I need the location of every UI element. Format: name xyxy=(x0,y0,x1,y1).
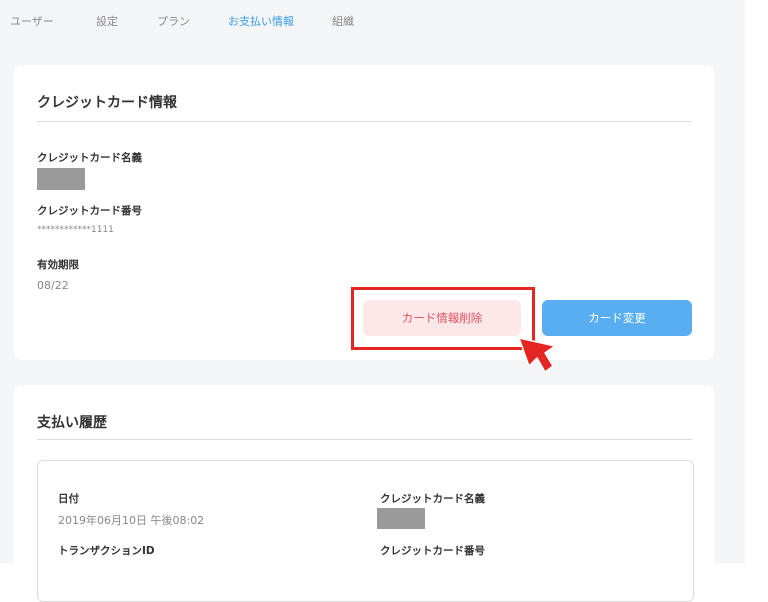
tab-bar: ユーザー 設定 プラン お支払い情報 組織 xyxy=(0,0,745,40)
history-card-name-redacted xyxy=(377,508,425,529)
app-background: ユーザー 設定 プラン お支払い情報 組織 クレジットカード情報 クレジットカー… xyxy=(0,0,745,602)
tab-organization[interactable]: 組織 xyxy=(332,13,354,29)
tab-payment-info[interactable]: お支払い情報 xyxy=(228,13,294,29)
expiry-value: 08/22 xyxy=(37,279,69,292)
tab-plan[interactable]: プラン xyxy=(157,13,190,29)
credit-card-title: クレジットカード情報 xyxy=(37,95,177,111)
card-number-value: ************1111 xyxy=(37,225,114,235)
payment-history-divider xyxy=(37,439,692,440)
card-number-label: クレジットカード番号 xyxy=(37,205,142,217)
history-card-name-label: クレジットカード名義 xyxy=(380,493,485,505)
history-date-value: 2019年06月10日 午後08:02 xyxy=(58,514,205,527)
change-card-button[interactable]: カード変更 xyxy=(542,300,692,336)
history-card-number-label: クレジットカード番号 xyxy=(380,545,485,557)
card-name-label: クレジットカード名義 xyxy=(37,152,142,164)
history-date-label: 日付 xyxy=(58,493,79,505)
payment-history-title: 支払い履歴 xyxy=(37,415,107,431)
card-name-redacted xyxy=(37,168,85,190)
cursor-arrow-icon xyxy=(518,337,556,373)
history-entry: 日付 2019年06月10日 午後08:02 クレジットカード名義 トランザクシ… xyxy=(37,460,694,602)
tab-settings[interactable]: 設定 xyxy=(96,13,118,29)
expiry-label: 有効期限 xyxy=(37,259,79,271)
payment-history-card: 支払い履歴 日付 2019年06月10日 午後08:02 クレジットカード名義 … xyxy=(14,385,714,602)
history-transaction-label: トランザクションID xyxy=(58,545,155,557)
credit-card-divider xyxy=(37,121,692,122)
delete-button-highlight xyxy=(351,287,535,350)
tab-users[interactable]: ユーザー xyxy=(10,13,54,29)
